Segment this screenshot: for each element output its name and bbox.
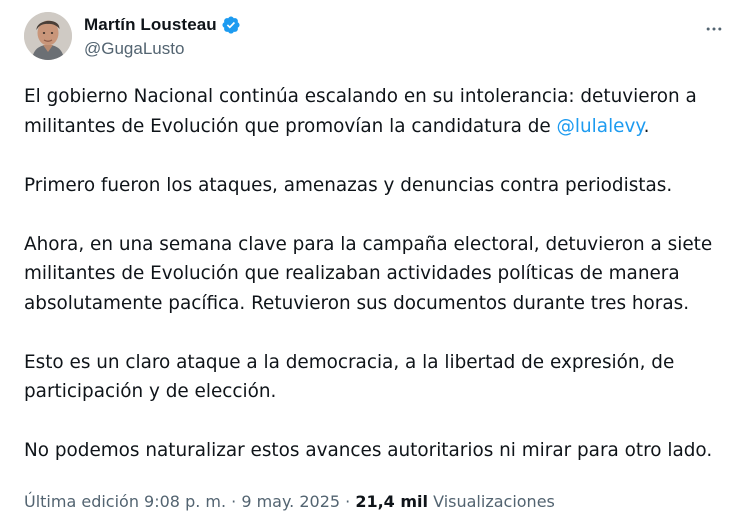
tweet-text: El gobierno Nacional continúa escalando … [24, 82, 734, 466]
tweet-line: absolutamente pacífica. Retuvieron sus d… [24, 292, 690, 314]
author-display-name[interactable]: Martín Lousteau [84, 15, 217, 35]
tweet-paragraph-3: Ahora, en una semana clave para la campa… [24, 230, 734, 319]
views-count[interactable]: 21,4 mil [355, 492, 428, 511]
more-options-button[interactable] [699, 14, 729, 44]
tweet-line: militantes de Evolución que realizaban a… [24, 263, 680, 284]
tweet-header: Martín Lousteau @GugaLusto [24, 12, 733, 62]
tweet-line: participación y de elección. [24, 381, 277, 402]
tweet-line: El gobierno Nacional continúa escalando … [24, 86, 697, 107]
profile-photo-icon [24, 12, 72, 60]
tweet-line: No podemos naturalizar estos avances aut… [24, 440, 713, 461]
author-handle[interactable]: @GugaLusto [84, 39, 241, 59]
edited-timestamp[interactable]: Última edición 9:08 p. m. · 9 may. 2025 … [24, 492, 355, 511]
tweet-paragraph-5: No podemos naturalizar estos avances aut… [24, 436, 734, 466]
tweet-line: Ahora, en una semana clave para la campa… [24, 233, 713, 255]
tweet-paragraph-2: Primero fueron los ataques, amenazas y d… [24, 171, 734, 201]
author-info: Martín Lousteau @GugaLusto [84, 14, 241, 59]
avatar[interactable] [24, 12, 72, 60]
mention-link[interactable]: @lulalevy [557, 116, 644, 137]
tweet-line-end: . [643, 115, 650, 137]
name-row: Martín Lousteau [84, 14, 241, 36]
tweet-line: militantes de Evolución que promovían la… [24, 115, 557, 137]
tweet-paragraph-1: El gobierno Nacional continúa escalando … [24, 82, 734, 141]
tweet-footer: Última edición 9:08 p. m. · 9 may. 2025 … [24, 492, 555, 511]
verified-badge-icon[interactable] [221, 15, 241, 35]
tweet-line: Primero fueron los ataques, amenazas y d… [24, 174, 673, 196]
tweet-paragraph-4: Esto es un claro ataque a la democracia,… [24, 348, 734, 407]
tweet-line: Esto es un claro ataque a la democracia,… [24, 351, 675, 373]
tweet: Martín Lousteau @GugaLusto El gobierno N… [0, 0, 749, 527]
views-label[interactable]: Visualizaciones [428, 492, 555, 511]
more-horizontal-icon [706, 27, 722, 31]
